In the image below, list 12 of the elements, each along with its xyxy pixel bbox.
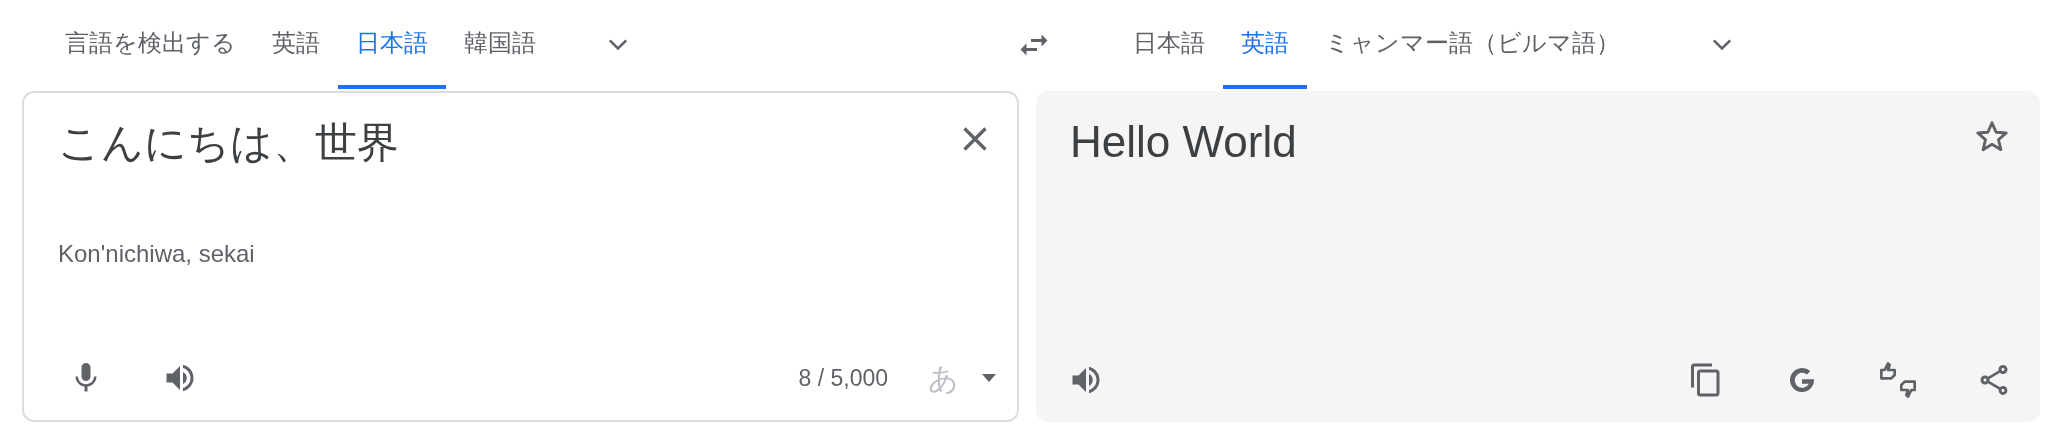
language-tab[interactable]: ミャンマー語（ビルマ語） [1307, 1, 1638, 89]
language-tab[interactable]: 言語を検出する [47, 1, 254, 89]
character-count: 8 / 5,000 [798, 363, 889, 393]
source-text[interactable]: こんにちは、世界 [58, 111, 399, 174]
thumbs-up-down-icon [1878, 360, 1918, 400]
language-tab[interactable]: 日本語 [338, 1, 446, 89]
language-tab[interactable]: 韓国語 [446, 1, 554, 89]
language-tab[interactable]: 英語 [254, 1, 338, 89]
romanization-text: Kon'nichiwa, sekai [57, 239, 255, 269]
language-tab[interactable]: 日本語 [1115, 1, 1223, 89]
dropdown-arrow-icon [981, 373, 998, 383]
translation-text: Hello World [1070, 116, 1297, 168]
